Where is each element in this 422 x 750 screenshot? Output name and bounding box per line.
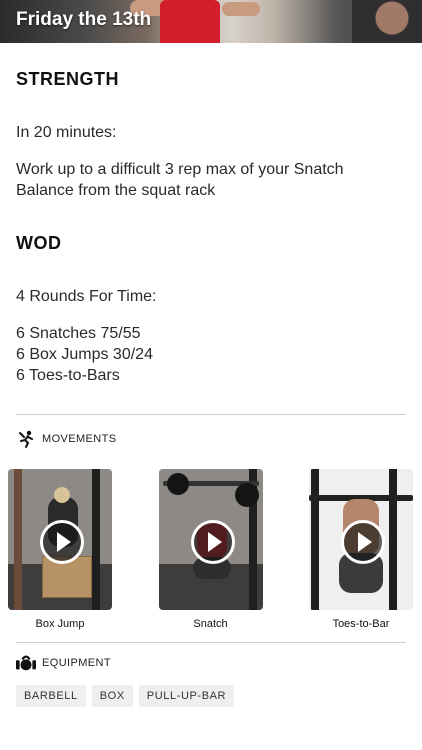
equipment-heading: EQUIPMENT bbox=[42, 657, 111, 669]
equipment-tags: BARBELL BOX PULL-UP-BAR bbox=[16, 685, 406, 707]
play-icon[interactable] bbox=[40, 520, 84, 564]
wod-item: 6 Toes-to-Bars bbox=[16, 367, 120, 384]
movement-label: Snatch bbox=[193, 618, 228, 630]
workout-title: Friday the 13th bbox=[16, 9, 152, 30]
movements-header: MOVEMENTS bbox=[16, 429, 406, 449]
equipment-tag[interactable]: PULL-UP-BAR bbox=[138, 685, 235, 707]
wod-list: 6 Snatches 75/55 6 Box Jumps 30/24 6 Toe… bbox=[16, 323, 406, 386]
movement-video-thumbnail[interactable] bbox=[309, 469, 413, 610]
kettlebell-icon bbox=[16, 655, 36, 671]
equipment-tag[interactable]: BARBELL bbox=[16, 685, 86, 707]
equipment-section: EQUIPMENT BARBELL BOX PULL-UP-BAR bbox=[0, 642, 422, 707]
wod-intro: 4 Rounds For Time: bbox=[16, 288, 157, 305]
strength-intro: In 20 minutes: bbox=[16, 124, 117, 141]
play-icon[interactable] bbox=[190, 520, 235, 564]
movement-athlete-icon bbox=[19, 430, 33, 448]
banner-photo-athlete bbox=[160, 0, 220, 43]
play-icon[interactable] bbox=[341, 520, 385, 564]
movement-label: Toes-to-Bar bbox=[332, 618, 390, 630]
equipment-header: EQUIPMENT bbox=[16, 653, 406, 673]
equipment-tag[interactable]: BOX bbox=[91, 685, 133, 707]
strength-description: Work up to a difficult 3 rep max of your… bbox=[16, 159, 406, 201]
banner-photo-person bbox=[352, 0, 422, 43]
movements-heading: MOVEMENTS bbox=[42, 433, 117, 445]
movement-video-thumbnail[interactable] bbox=[158, 469, 263, 610]
movements-list: Box Jump Snatch Toes-to-Bar bbox=[8, 469, 413, 630]
wod-heading: WOD bbox=[16, 233, 62, 253]
header-banner: Friday the 13th bbox=[0, 0, 422, 43]
wod-item: 6 Snatches 75/55 bbox=[16, 325, 141, 342]
movement-video-thumbnail[interactable] bbox=[8, 469, 112, 610]
section-divider bbox=[16, 414, 406, 415]
strength-line: Balance from the squat rack bbox=[16, 182, 216, 199]
movement-card[interactable]: Box Jump bbox=[8, 469, 112, 630]
section-divider bbox=[16, 642, 406, 643]
strength-line: Work up to a difficult 3 rep max of your… bbox=[16, 161, 344, 178]
movement-card[interactable]: Toes-to-Bar bbox=[309, 469, 413, 630]
movement-label: Box Jump bbox=[35, 618, 85, 630]
movement-card[interactable]: Snatch bbox=[158, 469, 263, 630]
workout-content: STRENGTH In 20 minutes: Work up to a dif… bbox=[0, 69, 422, 449]
wod-item: 6 Box Jumps 30/24 bbox=[16, 346, 153, 363]
strength-heading: STRENGTH bbox=[16, 69, 119, 89]
banner-photo-arm bbox=[222, 2, 260, 16]
